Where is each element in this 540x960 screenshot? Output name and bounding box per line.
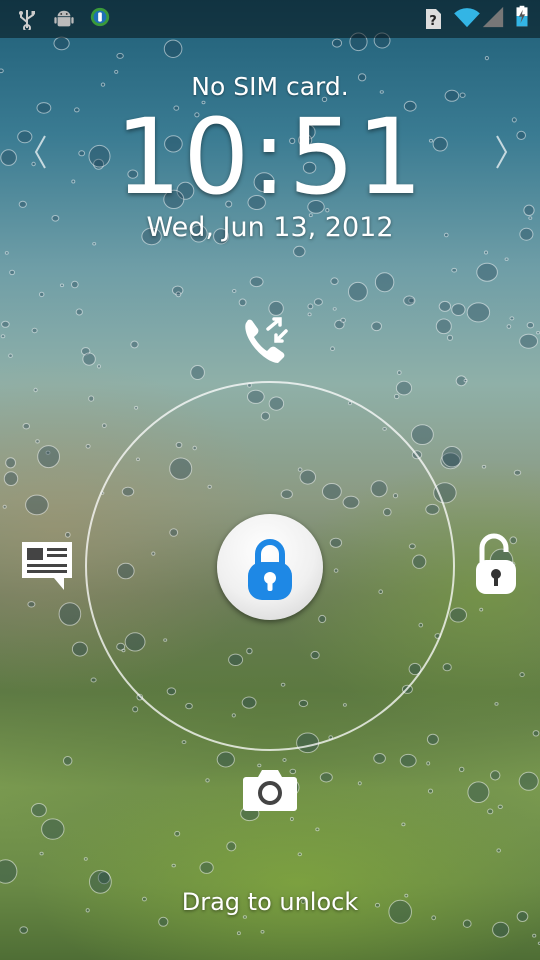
camera-icon[interactable] xyxy=(242,767,298,813)
padlock-icon xyxy=(248,539,292,600)
messages-icon[interactable] xyxy=(20,540,74,592)
no-sim-icon: ? xyxy=(426,9,441,29)
drag-to-unlock-hint: Drag to unlock xyxy=(181,888,359,916)
chevron-right-icon[interactable] xyxy=(492,132,512,172)
clock-time: 10:51 xyxy=(115,96,425,218)
android-debug-icon xyxy=(54,10,74,27)
status-bar: ? xyxy=(0,0,540,38)
svg-text:?: ? xyxy=(429,14,437,29)
unlock-handle[interactable] xyxy=(217,514,323,620)
missed-calls-icon[interactable] xyxy=(240,313,298,369)
usb-icon xyxy=(19,10,35,30)
signal-icon xyxy=(482,6,504,28)
battery-charging-icon xyxy=(516,5,528,27)
wifi-icon xyxy=(454,8,480,28)
date-text: Wed, Jun 13, 2012 xyxy=(146,212,394,243)
sync-app-icon xyxy=(90,7,110,27)
unlock-icon[interactable] xyxy=(474,532,518,596)
